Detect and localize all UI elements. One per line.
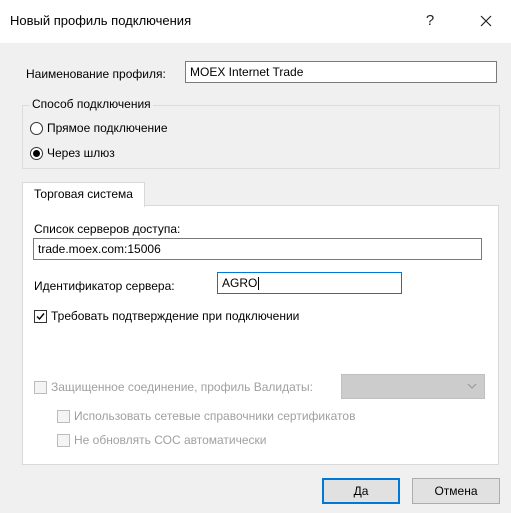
title-bar: Новый профиль подключения ? (0, 0, 511, 43)
checkmark-icon (36, 313, 45, 321)
profile-name-input[interactable]: MOEX Internet Trade (185, 61, 497, 83)
ok-button[interactable]: Да (322, 478, 400, 504)
direct-connection-label[interactable]: Прямое подключение (47, 121, 168, 135)
close-button[interactable] (471, 9, 501, 33)
use-network-certs-checkbox[interactable] (57, 410, 70, 423)
require-confirmation-label[interactable]: Требовать подтверждение при подключении (51, 309, 299, 323)
server-id-value: AGRO (222, 276, 258, 290)
require-confirmation-checkbox[interactable] (34, 310, 47, 323)
secure-connection-label: Защищенное соединение, профиль Валидаты: (51, 380, 314, 394)
direct-connection-radio[interactable] (30, 122, 43, 135)
server-id-label: Идентификатор сервера: (34, 279, 175, 293)
close-icon (480, 15, 492, 27)
gateway-connection-label[interactable]: Через шлюз (47, 146, 115, 160)
no-auto-update-crl-checkbox[interactable] (57, 434, 70, 447)
secure-connection-checkbox[interactable] (34, 381, 47, 394)
text-caret (258, 277, 260, 291)
no-auto-update-crl-label: Не обновлять СОС автоматически (74, 433, 267, 447)
servers-list-input[interactable]: trade.moex.com:15006 (33, 238, 482, 260)
gateway-connection-radio[interactable] (30, 147, 43, 160)
profile-name-label: Наименование профиля: (26, 67, 166, 81)
help-button[interactable]: ? (415, 9, 445, 33)
chevron-down-icon (467, 383, 477, 389)
servers-list-label: Список серверов доступа: (34, 222, 181, 236)
connection-method-legend: Способ подключения (30, 97, 153, 111)
use-network-certs-label: Использовать сетевые справочники сертифи… (74, 409, 356, 423)
server-id-input[interactable]: AGRO (217, 272, 402, 294)
tab-trading-system[interactable]: Торговая система (22, 182, 145, 207)
window-title: Новый профиль подключения (10, 13, 192, 28)
validata-profile-combo[interactable] (341, 374, 485, 399)
cancel-button[interactable]: Отмена (412, 478, 500, 504)
